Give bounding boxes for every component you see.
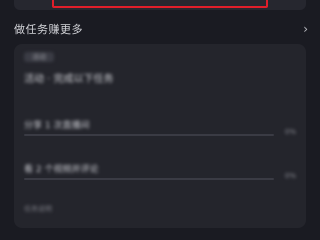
screen: 做任务赚更多 › 活动 活动 · 完成以下任务 分享 1 次直播间 0% 看 2… bbox=[0, 0, 320, 240]
activity-tag: 活动 bbox=[24, 52, 54, 62]
section-header[interactable]: 做任务赚更多 › bbox=[14, 20, 308, 38]
progress-percent: 0% bbox=[284, 128, 296, 136]
progress-percent: 0% bbox=[284, 172, 296, 180]
task-row[interactable]: 分享 1 次直播间 0% bbox=[24, 118, 296, 136]
progress-bar bbox=[24, 178, 274, 180]
section-title: 做任务赚更多 bbox=[14, 23, 83, 36]
task-card-headline: 活动 · 完成以下任务 bbox=[24, 74, 114, 85]
task-footer-note: 任务说明 bbox=[24, 205, 52, 213]
task-row[interactable]: 看 2 个视频并评论 0% bbox=[24, 162, 296, 180]
highlighted-button[interactable] bbox=[52, 0, 268, 8]
task-label: 看 2 个视频并评论 bbox=[24, 165, 99, 175]
task-label: 分享 1 次直播间 bbox=[24, 121, 90, 131]
task-card: 活动 活动 · 完成以下任务 分享 1 次直播间 0% 看 2 个视频并评论 0… bbox=[14, 44, 306, 228]
chevron-right-icon[interactable]: › bbox=[303, 22, 308, 36]
progress-bar bbox=[24, 134, 274, 136]
